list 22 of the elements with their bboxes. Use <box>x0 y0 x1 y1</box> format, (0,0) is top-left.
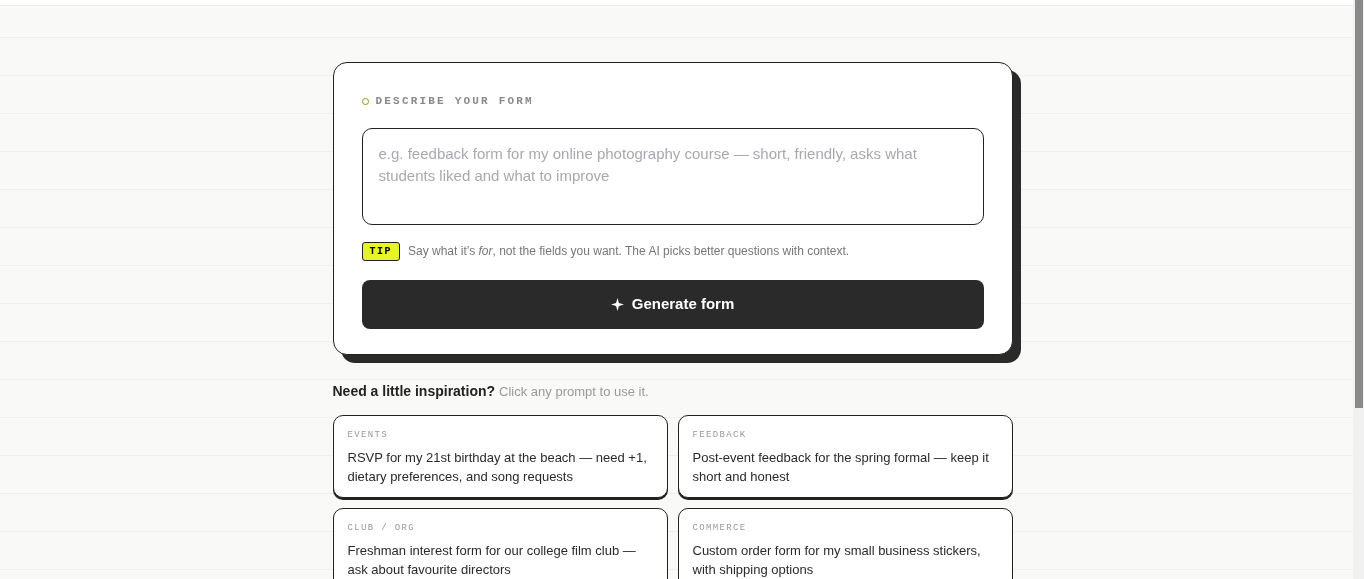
tip-text: Say what it’s for, not the fields you want. The AI picks better questions with context. <box>408 243 850 260</box>
prompt-category: CLUB / ORG <box>347 521 416 535</box>
prompt-text: RSVP for my 21st birthday at the beach — need +1, dietary preferences, and song requests <box>347 449 648 486</box>
prompt-card[interactable]: CLUB / ORG Freshman interest form for our college film club — ask about favourite directors <box>332 507 668 579</box>
inspiration-heading: Need a little inspiration? <box>332 381 496 401</box>
section-label: DESCRIBE YOUR FORM <box>375 94 534 109</box>
description-field[interactable]: e.g. feedback form for my online photography course — short, friendly, asks what students liked and what to improve <box>361 127 984 225</box>
prompt-category: EVENTS <box>347 428 389 442</box>
prompt-text: Freshman interest form for our college film club — ask about favourite directors <box>347 542 637 579</box>
prompt-card[interactable]: COMMERCE Custom order form for my small business stickers, with shipping options <box>677 507 1013 579</box>
prompt-category: FEEDBACK <box>692 428 748 442</box>
prompt-text: Custom order form for my small business stickers, with shipping options <box>692 542 982 579</box>
inspiration-hint: Click any prompt to use it. <box>499 383 649 401</box>
prompt-card[interactable]: FEEDBACK Post-event feedback for the spring formal — keep it short and honest <box>677 414 1013 498</box>
scrollbar[interactable] <box>1353 0 1364 579</box>
tip-badge: TIP <box>361 241 400 261</box>
prompt-text: Post-event feedback for the spring formal — keep it short and honest <box>692 449 990 486</box>
prompt-category: COMMERCE <box>692 521 748 535</box>
sparkle-icon <box>610 297 624 311</box>
generate-button[interactable]: Generate form <box>361 279 984 329</box>
prompt-card[interactable]: EVENTS RSVP for my 21st birthday at the beach — need +1, dietary preferences, and song requests <box>332 414 668 498</box>
scrollbar-thumb[interactable] <box>1354 0 1363 408</box>
